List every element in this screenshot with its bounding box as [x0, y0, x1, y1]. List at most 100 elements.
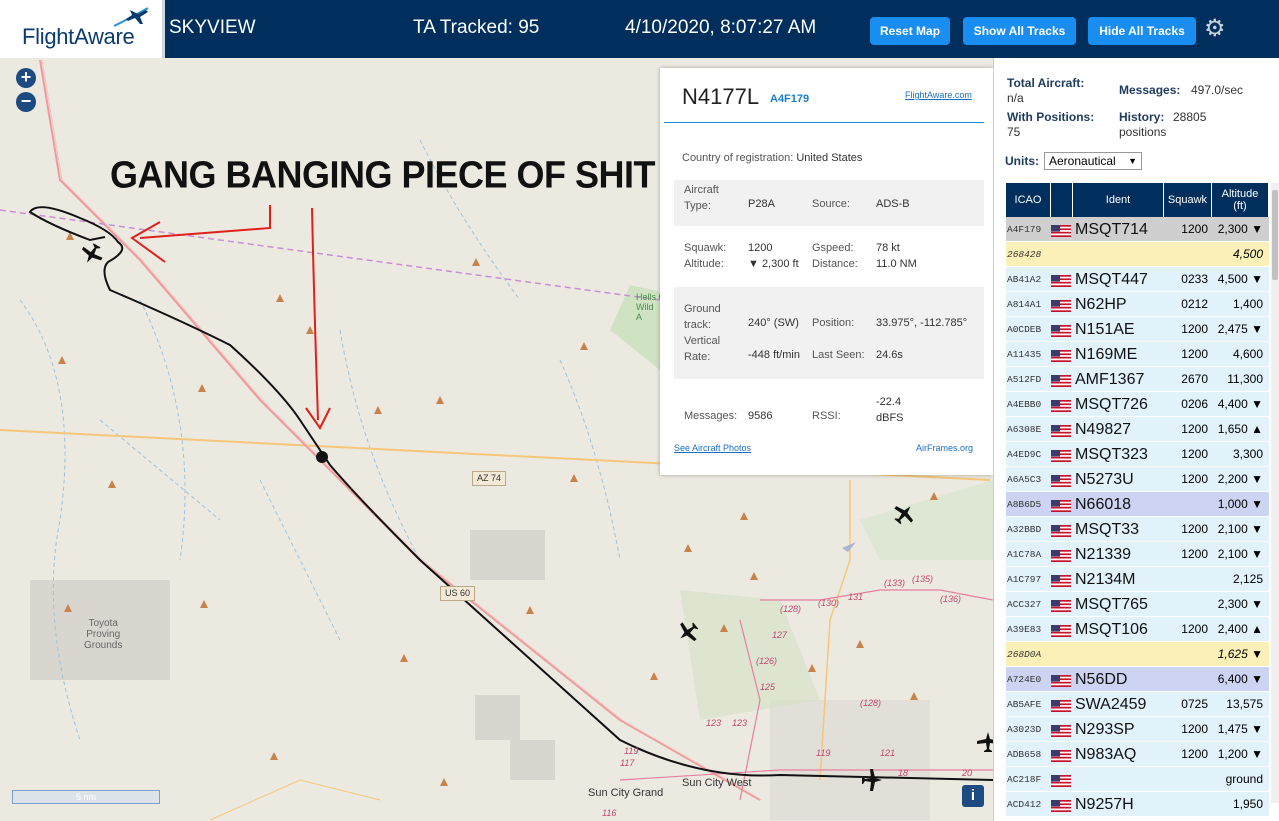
row-icao: A3023D: [1007, 724, 1042, 735]
road-number: (136): [940, 594, 962, 604]
us-flag-icon: [1051, 599, 1071, 612]
row-squawk: 0725: [1181, 697, 1208, 711]
table-row[interactable]: AB5AFESWA2459072513,575 ▲: [1006, 692, 1269, 736]
road-number: (130): [818, 598, 840, 608]
table-row[interactable]: AC218F ground: [1006, 767, 1269, 792]
us-flag-icon: [1051, 424, 1071, 437]
column-ident[interactable]: Ident: [1073, 183, 1164, 217]
row-ident: N49827: [1075, 421, 1132, 438]
us-flag-icon: [1051, 274, 1071, 287]
table-row[interactable]: 268D0A 1,625 ▼: [1006, 642, 1269, 667]
road-number: (135): [912, 574, 934, 584]
table-scrollbar-thumb[interactable]: [1272, 190, 1278, 280]
reset-map-button[interactable]: Reset Map: [870, 17, 950, 45]
row-squawk: 1200: [1181, 522, 1208, 536]
column-altitude[interactable]: Altitude (ft): [1212, 183, 1269, 217]
selected-aircraft-marker[interactable]: [316, 451, 328, 463]
flightaware-logo[interactable]: FlightAware: [0, 0, 165, 58]
row-icao: A1C78A: [1007, 549, 1042, 560]
row-altitude: 2,100 ▼: [1217, 547, 1263, 561]
table-row[interactable]: A1C78A N21339 1200 2,100 ▼: [1006, 542, 1269, 567]
row-altitude: 1,400: [1232, 297, 1263, 311]
gspeed-label: Gspeed:: [812, 242, 854, 254]
row-icao: A4EBB0: [1007, 399, 1042, 410]
airframes-link[interactable]: AirFrames.org: [916, 443, 973, 453]
table-row[interactable]: ACC327 MSQT765 2,300 ▼: [1006, 592, 1269, 617]
row-ident: N151AE: [1075, 321, 1135, 338]
row-icao: 268428: [1007, 249, 1042, 260]
us-flag-icon: [1051, 324, 1071, 337]
row-squawk: 1200: [1181, 747, 1208, 761]
hide-all-tracks-button[interactable]: Hide All Tracks: [1088, 17, 1196, 45]
table-row[interactable]: ACD412 N9257H 1,950: [1006, 792, 1269, 817]
messages-value: 9586: [748, 410, 773, 422]
table-row[interactable]: A4F179 MSQT714 1200 2,300 ▼: [1006, 217, 1269, 242]
row-icao: A0CDEB: [1007, 324, 1042, 335]
boundary-line: [0, 209, 661, 301]
table-row[interactable]: A6308E N49827 1200 1,650 ▲: [1006, 417, 1269, 442]
table-row[interactable]: ADB658 N983AQ 1200 1,200 ▼: [1006, 742, 1269, 767]
popup-callsign: N4177L: [682, 84, 760, 109]
see-aircraft-photos-link[interactable]: See Aircraft Photos: [674, 443, 751, 453]
row-squawk: 1200: [1181, 472, 1208, 486]
chevron-down-icon: ▼: [1128, 156, 1137, 166]
row-icao: A724E0: [1007, 674, 1042, 685]
altitude-label: Altitude:: [684, 258, 724, 270]
row-icao: AB41A2: [1007, 274, 1042, 285]
zoom-out-button[interactable]: −: [16, 92, 36, 112]
table-row[interactable]: A6A5C3 N5273U 1200 2,200 ▼: [1006, 467, 1269, 492]
last-seen-label: Last Seen:: [812, 349, 865, 361]
column-flag[interactable]: [1051, 183, 1073, 217]
info-button[interactable]: i: [962, 785, 984, 807]
row-squawk: 1200: [1181, 622, 1208, 636]
flightaware-link[interactable]: FlightAware.com: [905, 90, 972, 100]
table-row[interactable]: AB41A2 MSQT447 0233 4,500 ▼: [1006, 267, 1269, 292]
total-aircraft-value: n/a: [1007, 91, 1024, 105]
popup-section-track: Ground track: 240° (SW) Position: 33.975…: [674, 287, 984, 379]
us-flag-icon: [1051, 499, 1071, 512]
row-icao: ADB658: [1007, 749, 1042, 760]
row-squawk: 0212: [1181, 297, 1208, 311]
zoom-in-button[interactable]: +: [16, 68, 36, 88]
annotation-arrow: [305, 207, 331, 430]
table-row[interactable]: A11435 N169ME 1200 4,600: [1006, 342, 1269, 367]
us-flag-icon: [1051, 349, 1071, 362]
road-number: (128): [860, 698, 882, 708]
table-row[interactable]: A4ED9C MSQT323 1200 3,300: [1006, 442, 1269, 467]
row-squawk: 0206: [1181, 397, 1208, 411]
table-row[interactable]: A4EBB0 MSQT726 0206 4,400 ▼: [1006, 392, 1269, 417]
table-row[interactable]: A39E83 MSQT106 1200 2,400 ▲: [1006, 617, 1269, 642]
row-ident: MSQT33: [1075, 521, 1140, 538]
table-row[interactable]: A1C797 N2134M 2,125: [1006, 567, 1269, 592]
table-row[interactable]: A724E0 N56DD 6,400 ▼: [1006, 667, 1269, 692]
table-row[interactable]: A512FDAMF1367267011,300 ▲: [1006, 367, 1269, 411]
row-icao: A512FD: [1007, 374, 1042, 385]
road-number: 117: [620, 758, 635, 768]
table-row[interactable]: A8B6D5 N66018 1,000 ▼: [1006, 492, 1269, 517]
row-squawk: 1200: [1181, 547, 1208, 561]
column-squawk[interactable]: Squawk: [1164, 183, 1212, 217]
altitude-value: ▼ 2,300 ft: [748, 258, 799, 270]
table-row[interactable]: A814A1 N62HP 0212 1,400: [1006, 292, 1269, 317]
messages-rate-label: Messages:: [1119, 83, 1181, 97]
table-row[interactable]: A3023D N293SP 1200 1,475 ▼: [1006, 717, 1269, 742]
units-select[interactable]: Aeronautical ▼: [1044, 152, 1142, 170]
table-row[interactable]: A32BBD MSQT33 1200 2,100 ▼: [1006, 517, 1269, 542]
us-flag-icon: [1051, 624, 1071, 637]
table-row[interactable]: 268428 4,500: [1006, 242, 1269, 267]
road-number: 119: [624, 746, 639, 756]
annotation-text: GANG BANGING PIECE OF SHIT: [110, 152, 656, 196]
ground-track-value: 240° (SW): [748, 317, 799, 329]
road-number: 123: [732, 718, 748, 728]
table-row[interactable]: A0CDEB N151AE 1200 2,475 ▼: [1006, 317, 1269, 342]
us-flag-icon: [1051, 399, 1071, 412]
us-flag-icon: [1051, 724, 1071, 737]
column-icao[interactable]: ICAO: [1006, 183, 1051, 217]
show-all-tracks-button[interactable]: Show All Tracks: [963, 17, 1076, 45]
total-aircraft-label: Total Aircraft:: [1007, 76, 1085, 90]
gear-icon[interactable]: ⚙: [1204, 14, 1226, 43]
row-altitude: 2,300 ▼: [1217, 597, 1263, 611]
green-area: [860, 480, 993, 560]
road-number: 116: [602, 808, 617, 818]
units-select-value: Aeronautical: [1049, 154, 1116, 168]
